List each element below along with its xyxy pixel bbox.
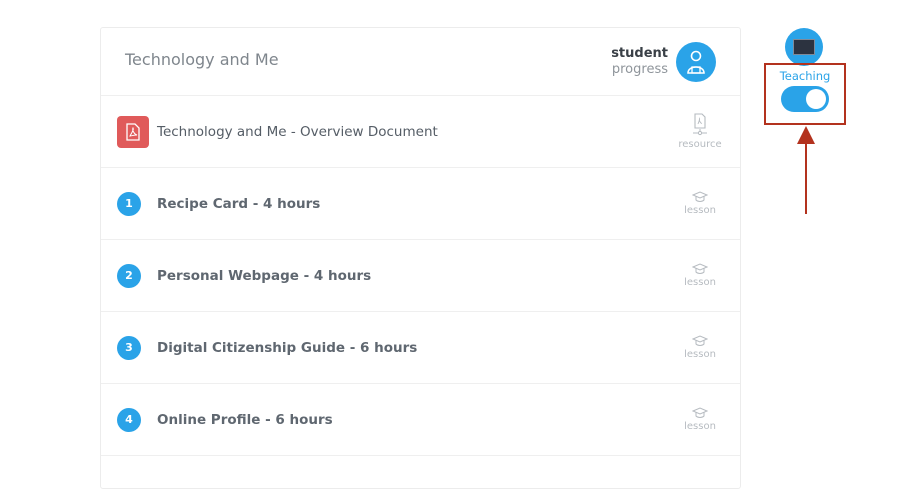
lesson-number-badge: 4 — [117, 407, 141, 432]
toggle-knob — [806, 89, 826, 109]
item-type-label: resource — [678, 139, 722, 150]
card-header: Technology and Me student progress — [101, 28, 740, 96]
resource-icon — [693, 113, 707, 136]
item-type-label: lesson — [684, 205, 716, 216]
lesson-number-badge: 2 — [117, 263, 141, 288]
item-type-label: lesson — [684, 349, 716, 360]
teaching-toggle-highlight: Teaching — [764, 63, 846, 125]
item-title: Online Profile - 6 hours — [157, 411, 333, 428]
item-title: Recipe Card - 4 hours — [157, 195, 321, 212]
list-item-lesson-1[interactable]: 1 Recipe Card - 4 hours lesson — [101, 168, 740, 240]
student-icon — [676, 42, 716, 82]
item-type-label: lesson — [684, 277, 716, 288]
monitor-icon — [793, 39, 815, 55]
list-item-resource[interactable]: Technology and Me - Overview Document re… — [101, 96, 740, 168]
item-title: Personal Webpage - 4 hours — [157, 267, 372, 284]
item-title: Digital Citizenship Guide - 6 hours — [157, 339, 418, 356]
list-item-lesson-2[interactable]: 2 Personal Webpage - 4 hours lesson — [101, 240, 740, 312]
graduation-cap-icon — [692, 335, 708, 346]
course-card: Technology and Me student progress Techn… — [100, 27, 741, 489]
course-title: Technology and Me — [125, 50, 279, 69]
item-type-label: lesson — [684, 421, 716, 432]
graduation-cap-icon — [692, 407, 708, 418]
teacher-avatar[interactable] — [785, 28, 823, 66]
list-item-lesson-3[interactable]: 3 Digital Citizenship Guide - 6 hours le… — [101, 312, 740, 384]
list-item-lesson-4[interactable]: 4 Online Profile - 6 hours lesson — [101, 384, 740, 456]
pdf-file-icon — [117, 115, 149, 148]
student-progress-button[interactable]: student progress — [611, 42, 716, 82]
progress-label-sub: progress — [611, 62, 668, 77]
graduation-cap-icon — [692, 263, 708, 274]
teaching-toggle[interactable] — [781, 86, 829, 112]
graduation-cap-icon — [692, 191, 708, 202]
lesson-number-badge: 1 — [117, 191, 141, 216]
lesson-number-badge: 3 — [117, 335, 141, 360]
progress-label-strong: student — [611, 46, 668, 61]
teaching-label: Teaching — [779, 69, 831, 83]
annotation-arrow-line — [805, 142, 807, 214]
item-title: Technology and Me - Overview Document — [157, 123, 438, 140]
